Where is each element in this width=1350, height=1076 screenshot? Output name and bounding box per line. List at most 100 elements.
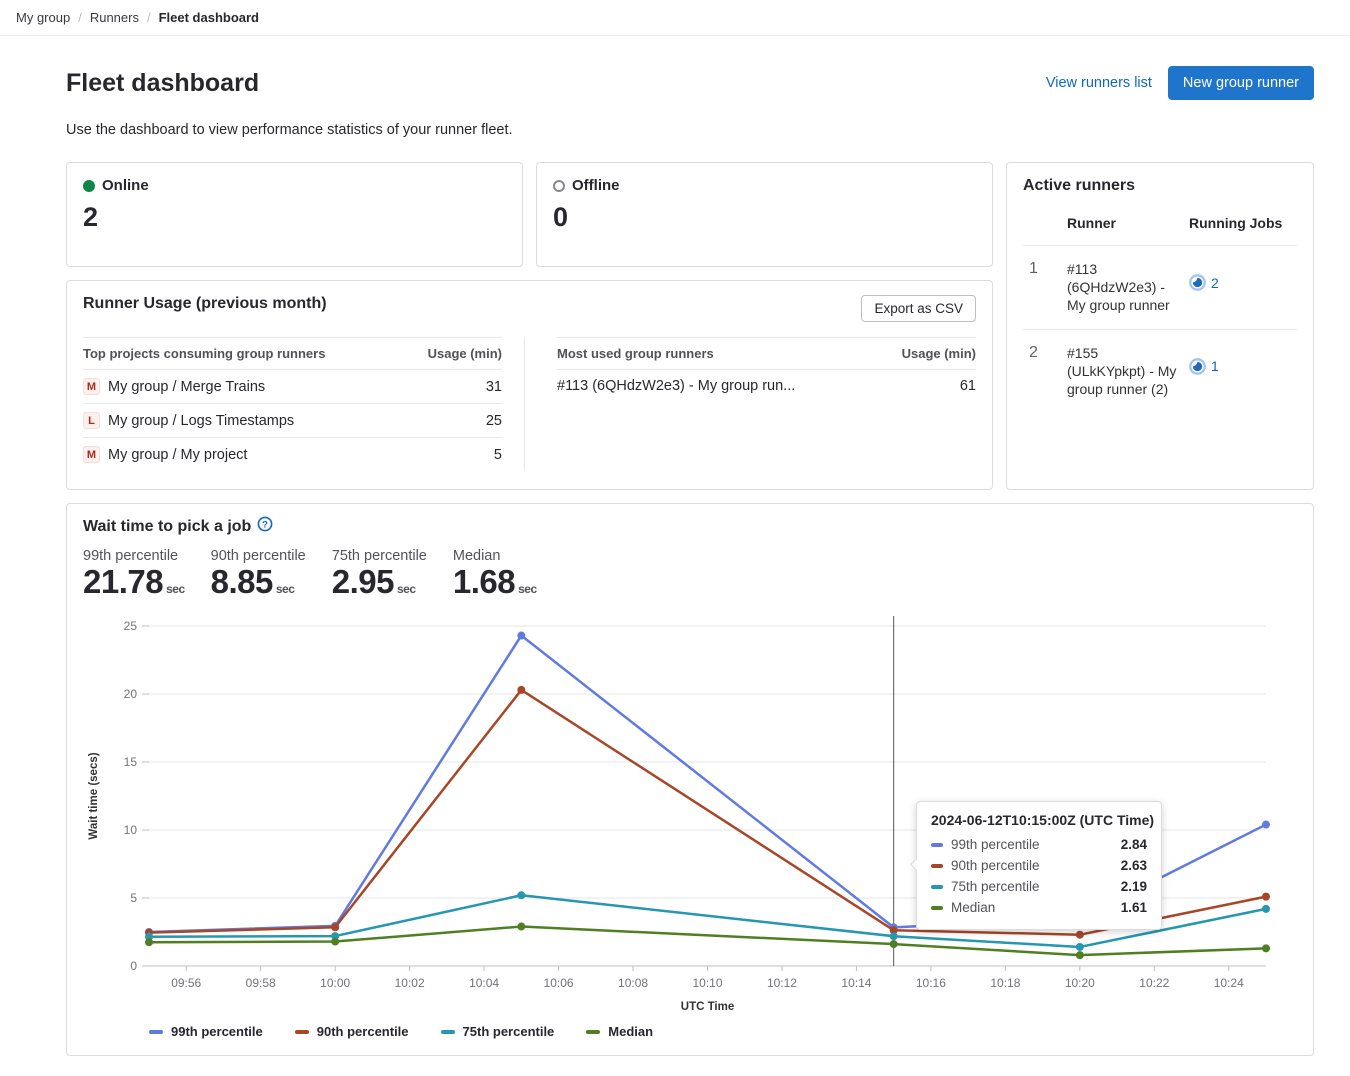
y-tick-label: 0 [130, 959, 137, 973]
stat-unit: sec [518, 582, 537, 596]
x-axis-title: UTC Time [681, 1001, 734, 1013]
stat-label: 75th percentile [332, 548, 427, 564]
tooltip-series-value: 2.19 [1121, 878, 1147, 896]
data-point [517, 686, 525, 694]
help-icon[interactable]: ? [257, 516, 273, 532]
y-tick-label: 20 [124, 687, 138, 701]
data-point [517, 923, 525, 931]
svg-text:?: ? [262, 519, 268, 530]
legend-item[interactable]: 90th percentile [295, 1024, 409, 1039]
x-tick-label: 10:08 [618, 976, 648, 990]
stat-label: 90th percentile [211, 548, 306, 564]
running-jobs-link[interactable]: 1 [1189, 358, 1219, 375]
data-point [517, 892, 525, 900]
breadcrumb-separator: / [147, 10, 151, 25]
stat-median: Median 1.68sec [453, 548, 537, 600]
x-tick-label: 10:02 [395, 976, 425, 990]
active-runners-table: Runner Running Jobs 1 #113 (6QHdzW2e3) -… [1023, 209, 1297, 412]
table-row: 2 #155 (ULkKYpkpt) - My group runner (2)… [1023, 329, 1297, 412]
top-projects-table: Top projects consuming group runners Usa… [83, 337, 525, 471]
offline-label: Offline [572, 177, 620, 194]
chart-tooltip: 2024-06-12T10:15:00Z (UTC Time) 99th per… [916, 801, 1162, 930]
breadcrumb-current: Fleet dashboard [159, 10, 259, 25]
legend-swatch [441, 1030, 455, 1034]
dashboard-grid: Online 2 Offline 0 Active runners Runner [66, 162, 1314, 490]
x-tick-label: 10:00 [320, 976, 350, 990]
legend-item[interactable]: 99th percentile [149, 1024, 263, 1039]
table-row: 1 #113 (6QHdzW2e3) - My group runner 2 [1023, 246, 1297, 330]
new-group-runner-button[interactable]: New group runner [1168, 66, 1314, 100]
stat-75th: 75th percentile 2.95sec [332, 548, 427, 600]
col-running-jobs: Running Jobs [1189, 209, 1297, 246]
runner-usage-title: Runner Usage (previous month) [83, 295, 327, 313]
stat-label: Median [453, 548, 537, 564]
online-status-icon [83, 180, 95, 192]
data-point [1262, 905, 1270, 913]
page-title: Fleet dashboard [66, 69, 259, 98]
tooltip-row: 75th percentile 2.19 [931, 878, 1147, 896]
stat-90th: 90th percentile 8.85sec [211, 548, 306, 600]
stat-unit: sec [397, 582, 416, 596]
x-tick-label: 09:56 [171, 976, 201, 990]
project-name: My group / Logs Timestamps [108, 413, 294, 429]
runner-name: #113 (6QHdzW2e3) - My group run... [557, 370, 876, 403]
breadcrumb: My group / Runners / Fleet dashboard [0, 0, 1350, 36]
wait-time-stats: 99th percentile 21.78sec 90th percentile… [83, 548, 1297, 600]
legend-item[interactable]: Median [586, 1024, 653, 1039]
tooltip-series-label: 90th percentile [951, 857, 1040, 875]
project-avatar: M [83, 446, 100, 463]
project-avatar: M [83, 378, 100, 395]
stat-value: 8.85 [211, 563, 273, 600]
data-point [1262, 821, 1270, 829]
running-jobs-link[interactable]: 2 [1189, 274, 1219, 291]
wait-time-title: Wait time to pick a job [83, 518, 251, 536]
breadcrumb-link-my-group[interactable]: My group [16, 10, 70, 25]
project-name: My group / My project [108, 447, 247, 463]
active-runners-title: Active runners [1023, 177, 1297, 195]
tooltip-series-value: 2.63 [1121, 857, 1147, 875]
x-tick-label: 10:10 [692, 976, 722, 990]
legend-swatch [586, 1030, 600, 1034]
header-actions: View runners list New group runner [1046, 66, 1314, 100]
runner-rank: 2 [1023, 329, 1067, 412]
legend-label: 99th percentile [171, 1024, 263, 1039]
active-runners-card: Active runners Runner Running Jobs 1 #11… [1006, 162, 1314, 490]
table-row: MMy group / Merge Trains 31 [83, 370, 502, 404]
x-tick-label: 10:06 [544, 976, 574, 990]
legend-swatch [149, 1030, 163, 1034]
legend-item[interactable]: 75th percentile [441, 1024, 555, 1039]
legend-label: 90th percentile [317, 1024, 409, 1039]
x-tick-label: 10:14 [841, 976, 871, 990]
x-tick-label: 10:24 [1214, 976, 1244, 990]
breadcrumb-link-runners[interactable]: Runners [90, 10, 139, 25]
data-point [1076, 931, 1084, 939]
data-point [517, 632, 525, 640]
runner-name: #155 (ULkKYpkpt) - My group runner (2) [1067, 329, 1189, 412]
running-status-icon [1189, 274, 1206, 291]
stat-unit: sec [166, 582, 185, 596]
stat-label: 99th percentile [83, 548, 185, 564]
y-tick-label: 15 [124, 755, 138, 769]
running-jobs-count: 1 [1211, 358, 1219, 374]
table-row: LMy group / Logs Timestamps 25 [83, 404, 502, 438]
tooltip-series-label: 99th percentile [951, 836, 1040, 854]
runner-name: #113 (6QHdzW2e3) - My group runner [1067, 246, 1189, 330]
runner-usage-card: Runner Usage (previous month) Export as … [66, 280, 993, 490]
project-usage: 5 [404, 438, 502, 472]
stat-99th: 99th percentile 21.78sec [83, 548, 185, 600]
tooltip-row: Median1.61 [931, 899, 1147, 917]
data-point [1076, 943, 1084, 951]
tooltip-row: 99th percentile2.84 [931, 836, 1147, 854]
page-subtitle: Use the dashboard to view performance st… [66, 122, 1314, 138]
project-usage: 31 [404, 370, 502, 404]
y-axis-title: Wait time (secs) [88, 753, 100, 840]
x-tick-label: 10:22 [1139, 976, 1169, 990]
project-usage: 25 [404, 404, 502, 438]
offline-card: Offline 0 [536, 162, 993, 267]
runner-rank: 1 [1023, 246, 1067, 330]
offline-count: 0 [553, 204, 976, 231]
view-runners-list-link[interactable]: View runners list [1046, 75, 1152, 91]
export-csv-button[interactable]: Export as CSV [861, 295, 976, 322]
tooltip-series-label: 75th percentile [951, 878, 1040, 896]
data-point [1076, 951, 1084, 959]
